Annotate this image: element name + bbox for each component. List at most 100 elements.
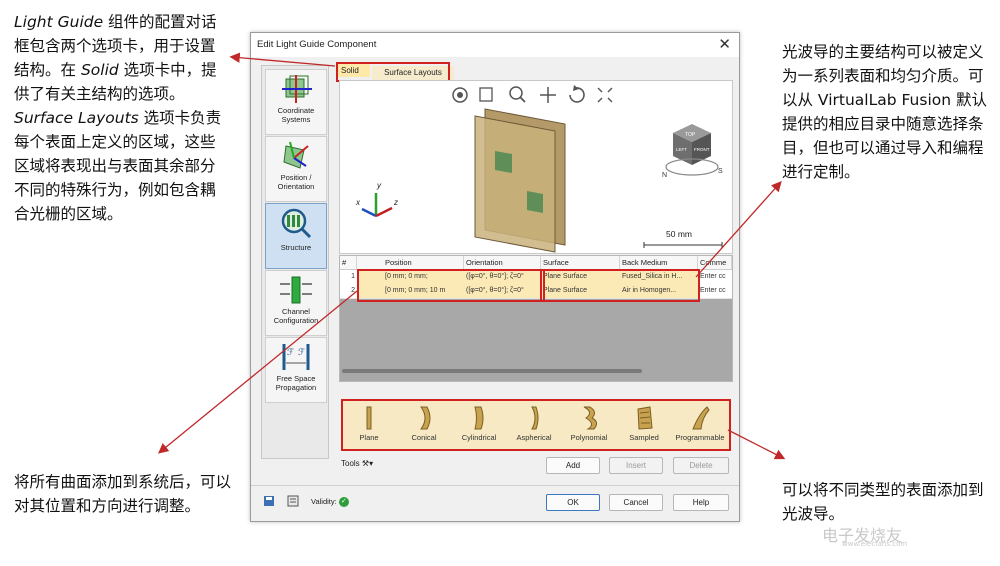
tabs-highlight-box	[336, 62, 450, 82]
sidebar-item-free-space-propagation[interactable]: ℱ ℱ Free Space Propagation	[265, 337, 327, 403]
save-icon[interactable]	[263, 495, 275, 507]
surface-label: Polynomial	[563, 433, 615, 442]
aspherical-surface-icon	[519, 404, 549, 432]
horizontal-scrollbar[interactable]	[342, 369, 642, 373]
surface-aspherical-button[interactable]: Aspherical	[508, 403, 560, 447]
annotation-italic-solid: Solid	[81, 61, 119, 79]
validity-indicator: Validity: ✓	[311, 497, 349, 507]
sampled-surface-icon	[629, 404, 659, 432]
surface-sampled-button[interactable]: Sampled	[618, 403, 670, 447]
surface-table: # Position Orientation Surface Back Medi…	[339, 255, 733, 382]
coordinate-systems-icon	[276, 73, 316, 105]
sidebar-item-channel-configuration[interactable]: Channel Configuration	[265, 270, 327, 336]
svg-text:ℱ: ℱ	[298, 348, 305, 358]
tools-label: Tools	[341, 459, 360, 468]
sidebar-item-label: Free Space Propagation	[266, 374, 326, 392]
surface-conical-button[interactable]: Conical	[398, 403, 450, 447]
cancel-button[interactable]: Cancel	[609, 494, 663, 511]
surface-label: Sampled	[618, 433, 670, 442]
sidebar-item-label: Channel Configuration	[266, 307, 326, 325]
ok-button[interactable]: OK	[546, 494, 600, 511]
row-comment[interactable]: Enter cc	[698, 270, 732, 284]
sidebar-item-coordinate-systems[interactable]: Coordinate Systems	[265, 69, 327, 135]
annotation-right-top: 光波导的主要结构可以被定义为一系列表面和均匀介质。可以从 VirtualLab …	[782, 40, 992, 184]
eye-icon	[453, 88, 467, 102]
surface-plane-button[interactable]: Plane	[343, 403, 395, 447]
insert-button[interactable]: Insert	[609, 457, 663, 474]
compass-s: S	[718, 168, 723, 175]
surface-label: Aspherical	[508, 433, 560, 442]
row-comment[interactable]: Enter cc	[698, 284, 732, 298]
col-num: #	[340, 256, 357, 269]
annotation-left-top: Light Guide 组件的配置对话框包含两个选项卡，用于设置结构。在 Sol…	[14, 10, 229, 226]
surface-label: Cylindrical	[453, 433, 505, 442]
col-back-medium: Back Medium	[620, 256, 698, 269]
fit-icon	[598, 88, 612, 102]
zoom-icon	[510, 87, 525, 102]
annotation-left-bottom: 将所有曲面添加到系统后，可以对其位置和方向进行调整。	[14, 470, 234, 518]
tools-dropdown-icon: ⚒▾	[362, 459, 373, 468]
row-num: 2	[340, 284, 357, 298]
annotation-italic-surface-layouts: Surface Layouts	[14, 109, 139, 127]
surface-programmable-button[interactable]: Programmable	[671, 403, 729, 447]
surface-highlight-box	[540, 269, 700, 302]
col-comment: Comme	[698, 256, 732, 269]
sidebar: Coordinate Systems Position / Orientatio…	[261, 65, 329, 459]
plane-surface-icon	[354, 404, 384, 432]
annotation-italic-light-guide: Light Guide	[14, 13, 103, 31]
axis-y-label: y	[376, 181, 382, 190]
delete-button[interactable]: Delete	[673, 457, 729, 474]
check-icon: ✓	[339, 497, 349, 507]
position-highlight-box	[357, 269, 545, 302]
svg-text:ℱ: ℱ	[287, 348, 294, 358]
zoom-box-icon	[480, 88, 492, 101]
watermark-url: www.elecfans.com	[842, 540, 907, 548]
conical-surface-icon	[409, 404, 439, 432]
help-button[interactable]: Help	[673, 494, 729, 511]
cylindrical-surface-icon	[464, 404, 494, 432]
cube-front-label: FRONT	[694, 147, 710, 152]
row-num: 1	[340, 270, 357, 284]
compass-n: N	[662, 172, 667, 179]
sidebar-item-label: Structure	[266, 243, 326, 252]
rotate-icon	[570, 85, 584, 102]
footer-divider	[251, 485, 739, 486]
axis-z-label: z	[393, 198, 398, 207]
surface-cylindrical-button[interactable]: Cylindrical	[453, 403, 505, 447]
col-orientation: Orientation	[464, 256, 541, 269]
surface-label: Plane	[343, 433, 395, 442]
channel-configuration-icon	[276, 274, 316, 306]
catalog-icon[interactable]	[287, 495, 299, 507]
dialog-titlebar: Edit Light Guide Component ✕	[251, 33, 739, 57]
cube-left-label: LEFT	[676, 147, 687, 152]
sidebar-item-position-orientation[interactable]: Position / Orientation	[265, 136, 327, 202]
table-header: # Position Orientation Surface Back Medi…	[340, 256, 732, 270]
cube-top-label: TOP	[685, 132, 696, 138]
annotation-right-bottom: 可以将不同类型的表面添加到光波导。	[782, 478, 992, 526]
structure-icon	[276, 207, 316, 239]
validity-label: Validity:	[311, 497, 337, 506]
sidebar-item-label: Coordinate Systems	[266, 106, 326, 124]
scale-label: 50 mm	[666, 229, 692, 239]
add-button[interactable]: Add	[546, 457, 600, 474]
surface-label: Conical	[398, 433, 450, 442]
polynomial-surface-icon	[574, 404, 604, 432]
axis-x-label: x	[355, 198, 361, 207]
surface-label: Programmable	[671, 433, 729, 442]
surface-polynomial-button[interactable]: Polynomial	[563, 403, 615, 447]
programmable-surface-icon	[685, 404, 715, 432]
position-orientation-icon	[276, 140, 316, 172]
surface-catalog: Plane Conical Cylindrical Aspherical Pol…	[341, 399, 731, 451]
sidebar-item-structure[interactable]: Structure	[265, 203, 327, 269]
close-icon[interactable]: ✕	[718, 35, 731, 53]
sidebar-item-label: Position / Orientation	[266, 173, 326, 191]
dialog-title: Edit Light Guide Component	[257, 39, 376, 50]
pan-icon	[540, 87, 556, 103]
tools-menu[interactable]: Tools ⚒▾	[341, 459, 373, 468]
col-surface: Surface	[541, 256, 620, 269]
3d-viewport[interactable]: TOP LEFT FRONT N S y x z 50 mm	[339, 80, 733, 254]
edit-light-guide-dialog: Edit Light Guide Component ✕ Coordinate …	[250, 32, 740, 522]
col-position: Position	[357, 256, 464, 269]
free-space-propagation-icon: ℱ ℱ	[276, 341, 316, 373]
viewport-canvas: TOP LEFT FRONT N S y x z 50 mm	[340, 81, 732, 253]
